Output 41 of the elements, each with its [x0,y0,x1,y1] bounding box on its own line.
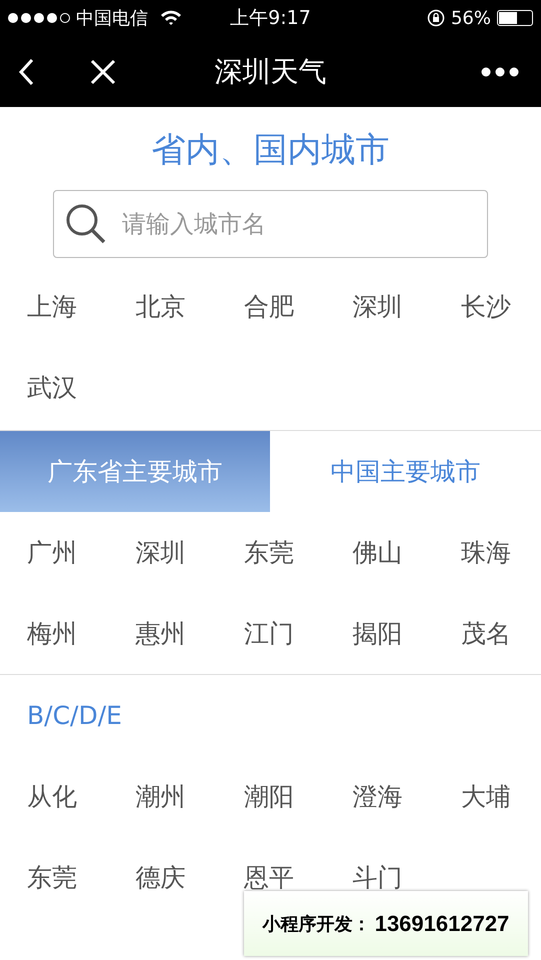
banner-label: 小程序开发： [262,912,371,936]
city-link[interactable]: 广州 [27,536,77,569]
phone-number: 13691612727 [374,910,510,936]
more-button[interactable] [481,66,519,76]
section-heading: 省内、国内城市 [152,129,390,171]
back-button[interactable] [18,58,34,86]
battery-icon [497,10,533,26]
city-link[interactable]: 恩平 [244,861,294,894]
city-link[interactable]: 深圳 [352,290,402,323]
city-link[interactable]: 长沙 [461,290,511,323]
page-title: 深圳天气 [214,54,326,90]
battery-percent: 56% [450,8,491,28]
clock-time: 上午9:17 [230,7,311,29]
search-field[interactable]: 请输入城市名 [53,190,488,258]
letter-group-heading: B/C/D/E [27,701,122,730]
city-link[interactable]: 从化 [27,780,77,813]
city-link[interactable]: 澄海 [352,780,402,813]
city-link[interactable]: 合肥 [244,290,294,323]
city-link[interactable]: 北京 [136,290,186,323]
city-link[interactable]: 上海 [27,290,77,323]
wifi-icon [160,10,182,26]
city-link[interactable]: 东莞 [27,861,77,894]
close-button[interactable] [90,58,116,84]
city-link[interactable]: 梅州 [27,617,77,650]
city-link[interactable]: 东莞 [244,536,294,569]
city-link[interactable]: 大埔 [461,780,511,813]
city-link[interactable]: 深圳 [136,536,186,569]
signal-icon [8,13,70,23]
city-link[interactable]: 斗门 [352,861,402,894]
city-link[interactable]: 潮阳 [244,780,294,813]
carrier-name: 中国电信 [76,7,148,30]
city-link[interactable]: 武汉 [27,371,77,404]
city-link[interactable]: 佛山 [352,536,402,569]
city-link[interactable]: 潮州 [136,780,186,813]
city-link[interactable]: 揭阳 [352,617,402,650]
city-link[interactable]: 珠海 [461,536,511,569]
city-link[interactable]: 惠州 [136,617,186,650]
city-link[interactable]: 德庆 [136,861,186,894]
city-link[interactable]: 茂名 [461,617,511,650]
rotation-lock-icon [426,9,445,27]
city-link[interactable]: 江门 [244,617,294,650]
